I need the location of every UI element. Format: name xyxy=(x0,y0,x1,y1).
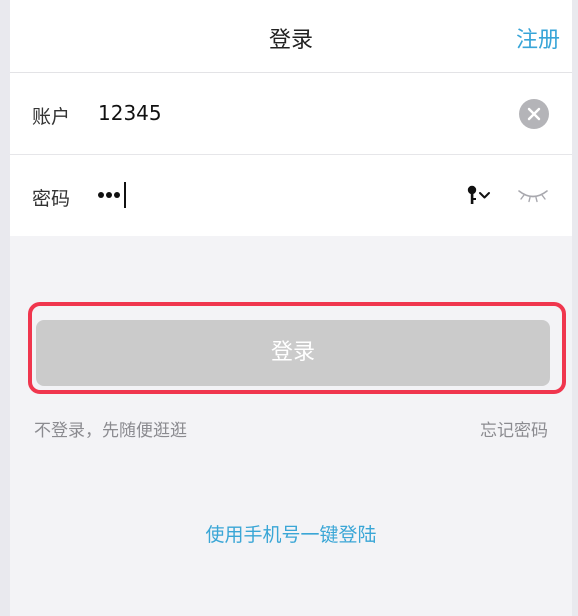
password-autofill-button[interactable] xyxy=(466,183,496,207)
text-cursor xyxy=(124,182,126,208)
login-screen: 登录 注册 账户 12345 密码 登录 不登录，先随便逛逛 忘记密码 使用手机… xyxy=(10,0,572,616)
forgot-password-link[interactable]: 忘记密码 xyxy=(480,416,548,441)
login-button[interactable]: 登录 xyxy=(36,320,550,386)
password-dot xyxy=(106,192,112,198)
password-label: 密码 xyxy=(32,188,71,210)
account-input[interactable]: 12345 xyxy=(98,101,162,125)
password-row: 密码 xyxy=(10,155,572,236)
clear-icon[interactable] xyxy=(519,99,549,129)
password-input[interactable] xyxy=(98,181,126,209)
phone-one-click-login-link[interactable]: 使用手机号一键登陆 xyxy=(10,520,572,547)
password-dot xyxy=(114,192,120,198)
login-form: 账户 12345 密码 xyxy=(10,73,572,236)
key-icon xyxy=(467,185,477,204)
page-title: 登录 xyxy=(268,28,313,53)
account-label: 账户 xyxy=(32,106,71,128)
register-button[interactable]: 注册 xyxy=(516,22,560,54)
navbar: 登录 注册 xyxy=(10,0,572,73)
guest-browse-link[interactable]: 不登录，先随便逛逛 xyxy=(34,416,187,441)
account-row: 账户 12345 xyxy=(10,73,572,155)
password-dot xyxy=(98,192,104,198)
chevron-down-icon xyxy=(479,192,490,199)
eye-closed-icon[interactable] xyxy=(516,185,550,205)
